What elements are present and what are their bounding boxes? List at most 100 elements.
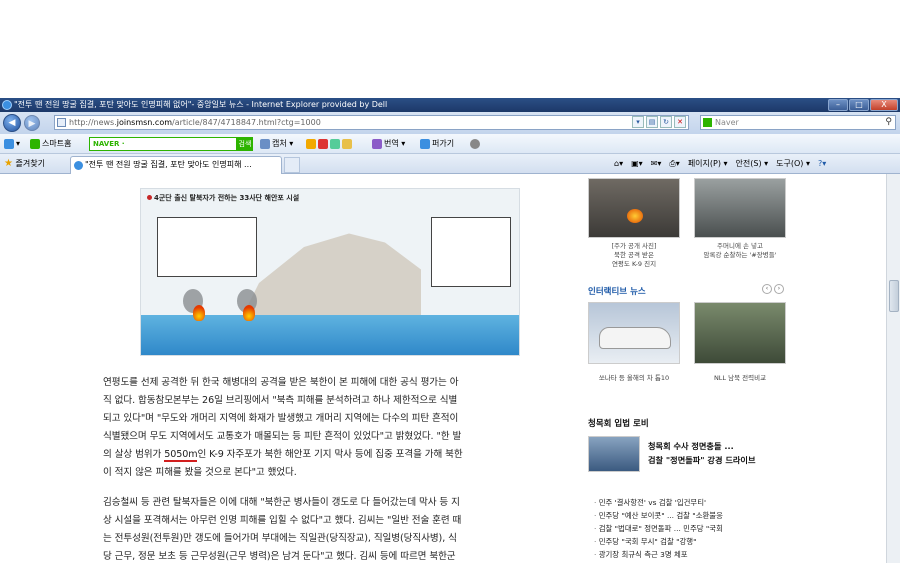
- maximize-button[interactable]: □: [849, 99, 869, 111]
- vertical-scrollbar[interactable]: [886, 174, 900, 563]
- feeds-button[interactable]: ▣▾: [631, 154, 643, 174]
- figure-title: 4군단 출신 탈북자가 전하는 33사단 해안포 시설: [147, 193, 299, 203]
- home-button[interactable]: ⌂▾: [614, 154, 623, 174]
- photo-k9-position[interactable]: [588, 178, 680, 238]
- paste-button[interactable]: 퍼가기: [420, 134, 454, 154]
- new-tab-button[interactable]: [284, 157, 300, 173]
- blank-area: [0, 0, 900, 98]
- toolbar-icon: [4, 138, 14, 149]
- paste-label: 퍼가기: [432, 139, 455, 148]
- smart-home-label: 스마트홈: [42, 139, 72, 148]
- active-tab-label: "전투 땐 전원 땅굴 집결, 포탄 맞아도 인명피해 ...: [85, 160, 252, 169]
- page-content: 4군단 출신 탈북자가 전하는 33사단 해안포 시설 연평도를 선제 공격한 …: [0, 174, 900, 563]
- url-path: /article/847/4718847.html?ctg=1000: [172, 118, 321, 127]
- photo-car[interactable]: [588, 302, 680, 364]
- list-item[interactable]: 민주당 "국회 무시" 검찰 "강행": [594, 535, 723, 548]
- tools-menu[interactable]: 도구(O) ▾: [776, 154, 810, 174]
- photo-caption[interactable]: NLL 남북 전력비교: [694, 374, 786, 383]
- home-icon: [30, 138, 40, 149]
- naver-search-input[interactable]: NAVER ·: [89, 137, 237, 151]
- naver-logo-icon: [703, 118, 712, 127]
- article-figure: 4군단 출신 탈북자가 전하는 33사단 해안포 시설: [140, 188, 520, 356]
- related-news-list: 민주 '결사항전' vs 검찰 '입건무티' 민주당 "예산 보이콧" ... …: [594, 496, 723, 561]
- toolbar-options-button[interactable]: ▾: [4, 134, 20, 154]
- gear-icon: [470, 138, 480, 149]
- capture-label: 캡처 ▾: [272, 139, 294, 148]
- figure-inset-barracks: [157, 217, 257, 277]
- sidebar: [주가 공개 사진] 북한 공격 받은 연평도 K-9 진지 주머니에 손 넣고 암록…: [582, 174, 802, 563]
- memo-icon: [342, 138, 352, 149]
- translate-icon: [372, 138, 382, 149]
- figure-sea: [141, 315, 519, 355]
- window-title: "전투 땐 전원 땅굴 집결, 포탄 맞아도 인명피해 없어"- 중앙일보 뉴스…: [14, 100, 388, 109]
- alert-icon: [318, 138, 328, 149]
- list-item[interactable]: 민주 '결사항전' vs 검찰 '입건무티': [594, 496, 723, 509]
- settings-button[interactable]: [470, 134, 482, 154]
- dropdown-icon[interactable]: ▾: [632, 116, 644, 128]
- toolbar-icons[interactable]: [306, 134, 354, 154]
- photo-caption[interactable]: 쏘나타 등 올해의 차 톱10: [588, 374, 680, 383]
- favorites-label: 즐겨찾기: [15, 159, 45, 168]
- list-item[interactable]: 검찰 "법대로" 정면돌파 ... 민주당 "국회: [594, 522, 723, 535]
- photo-soldiers[interactable]: [694, 178, 786, 238]
- page-icon: [57, 118, 66, 127]
- pen-icon: [306, 138, 316, 149]
- url-domain: joinsmsn.com: [116, 118, 173, 127]
- search-input[interactable]: Naver ⚲: [700, 115, 896, 130]
- forward-button[interactable]: ▶: [24, 115, 40, 131]
- translate-label: 번역: [384, 139, 399, 148]
- photo-lobby[interactable]: [588, 436, 640, 472]
- photo-caption[interactable]: [주가 공개 사진] 북한 공격 받은 연평도 K-9 진지: [588, 242, 680, 269]
- naver-search-button[interactable]: 검색: [237, 137, 253, 151]
- headline-link[interactable]: 검찰 "정면돌파" 강경 드라이브: [648, 454, 755, 466]
- capture-icon: [260, 138, 270, 149]
- favorites-button[interactable]: ★ 즐겨찾기: [4, 154, 45, 174]
- article-paragraph: 김승철씨 등 관련 탈북자들은 이에 대해 "북한군 병사들이 갱도로 다 들어…: [103, 497, 462, 562]
- page-menu[interactable]: 페이지(P) ▾: [688, 154, 728, 174]
- tab-bar: ★ 즐겨찾기 "전투 땐 전원 땅굴 집결, 포탄 맞아도 인명피해 ... ⌂…: [0, 154, 900, 174]
- fire-icon: [193, 305, 205, 321]
- headline-link[interactable]: 청목회 수사 정면충돌 ...: [648, 440, 734, 452]
- figure-inset-gun: [431, 217, 511, 287]
- star-icon: ★: [4, 158, 13, 169]
- compat-view-icon[interactable]: ▤: [646, 116, 658, 128]
- carousel-pager: ‹ ›: [762, 284, 784, 294]
- minimize-button[interactable]: –: [828, 99, 848, 111]
- lobby-section-title: 청목회 입법 로비: [588, 419, 649, 429]
- ie-logo-icon: [2, 100, 12, 110]
- photo-nll[interactable]: [694, 302, 786, 364]
- command-bar: ⌂▾ ▣▾ ✉▾ ⎙▾ 페이지(P) ▾ 안전(S) ▾ 도구(O) ▾ ?▾: [614, 154, 826, 174]
- print-button[interactable]: ⎙▾: [669, 154, 679, 174]
- next-button[interactable]: ›: [774, 284, 784, 294]
- url-field[interactable]: http://news.joinsmsn.com/article/847/471…: [54, 115, 689, 130]
- window-controls: – □ X: [828, 99, 898, 111]
- magnifier-icon: [330, 138, 340, 149]
- url-prefix: http://news.: [69, 118, 117, 127]
- highlighted-range: 5050m: [164, 449, 198, 462]
- smart-home-button[interactable]: 스마트홈: [30, 134, 71, 154]
- list-item[interactable]: 광기장 최규식 측근 3명 체포: [594, 548, 723, 561]
- photo-caption[interactable]: 주머니에 손 넣고 암록강 순찰하는 '#장병들': [694, 242, 786, 260]
- list-item[interactable]: 민주당 "예산 보이콧" ... 검찰 "소환불응: [594, 509, 723, 522]
- search-icon[interactable]: ⚲: [885, 116, 892, 129]
- stop-icon[interactable]: ✕: [674, 116, 686, 128]
- paste-icon: [420, 138, 430, 149]
- close-button[interactable]: X: [870, 99, 898, 111]
- capture-button[interactable]: 캡처 ▾: [260, 134, 293, 154]
- naver-toolbar: ▾ 스마트홈 NAVER · 검색 캡처 ▾ 번역 ▾ 퍼가기: [0, 134, 900, 154]
- scroll-thumb[interactable]: [889, 280, 899, 312]
- article-body: 연평도를 선제 공격한 뒤 한국 해병대의 공격을 받은 북한이 본 피해에 대…: [103, 374, 575, 563]
- help-button[interactable]: ?▾: [818, 154, 826, 174]
- refresh-icon[interactable]: ↻: [660, 116, 672, 128]
- mail-button[interactable]: ✉▾: [651, 154, 662, 174]
- search-placeholder: Naver: [715, 118, 739, 127]
- address-tools: ▾ ▤ ↻ ✕: [632, 116, 686, 128]
- fire-icon: [243, 305, 255, 321]
- interactive-news-title: 인터랙티브 뉴스: [588, 287, 646, 297]
- active-tab[interactable]: "전투 땐 전원 땅굴 집결, 포탄 맞아도 인명피해 ...: [70, 156, 282, 174]
- back-button[interactable]: ◀: [3, 114, 21, 132]
- translate-button[interactable]: 번역 ▾: [372, 134, 405, 154]
- safety-menu[interactable]: 안전(S) ▾: [736, 154, 769, 174]
- prev-button[interactable]: ‹: [762, 284, 772, 294]
- window-titlebar: "전투 땐 전원 땅굴 집결, 포탄 맞아도 인명피해 없어"- 중앙일보 뉴스…: [0, 98, 900, 112]
